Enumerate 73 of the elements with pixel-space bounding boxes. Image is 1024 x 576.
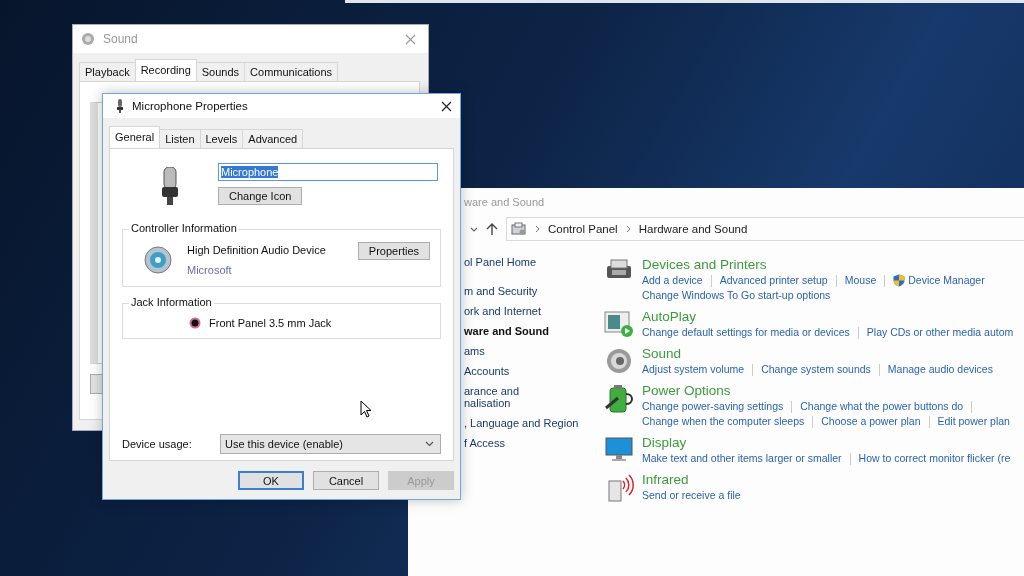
task-link[interactable]: How to correct monitor flicker (re [858,451,1011,466]
media-panel-icon[interactable] [604,310,634,338]
task-link[interactable]: Device Manager [908,273,985,288]
task-link[interactable]: Change Windows To Go start-up options [642,288,831,303]
task-link[interactable]: Change what the power buttons do [800,399,964,414]
task-link[interactable]: Change system sounds [761,362,871,377]
monitor-icon[interactable] [604,436,634,462]
tab[interactable]: Advanced [242,129,304,148]
properties-button[interactable]: Properties [357,242,430,260]
sidebar-link[interactable]: arance and nalisation [464,385,604,409]
close-icon[interactable] [441,100,452,112]
change-icon-button[interactable]: Change Icon [218,187,303,205]
category-heading[interactable]: Display [642,434,1011,451]
audio-device-icon [143,245,173,275]
chevron-icon [625,225,631,233]
speaker-icon [81,32,95,46]
category-heading[interactable]: Sound [642,345,993,362]
task-link[interactable]: Choose a power plan [821,414,921,429]
dialog-button[interactable]: OK [238,471,304,490]
chevron-icon [535,225,540,233]
name-input[interactable]: Microphone [218,163,438,181]
task-link[interactable]: Mouse [844,273,877,288]
task-link[interactable]: Change default settings for media or devices [642,325,850,340]
task-link[interactable]: Change when the computer sleeps [642,414,805,429]
task-link[interactable]: Edit power plan [937,414,1010,429]
device-usage-dropdown[interactable]: Use this device (enable) [220,434,441,454]
sidebar-link[interactable]: Accounts [464,365,604,377]
caret-icon [425,441,434,447]
task-link[interactable]: Advanced printer setup [719,273,828,288]
task-link[interactable]: Play CDs or other media autom [866,325,1014,340]
group-heading: Jack Information [129,296,214,308]
battery-plug-icon[interactable] [604,384,634,414]
window-title: Sound [103,32,139,46]
dialog-button[interactable]: Cancel [313,471,379,490]
tab[interactable]: General [109,126,161,148]
sidebar-link[interactable]: ams [464,345,604,357]
jack-name: Front Panel 3.5 mm Jack [209,317,332,329]
tab[interactable]: Playback [79,62,136,81]
microphone-icon [115,99,125,113]
task-link[interactable]: Manage audio devices [887,362,993,377]
vendor-link[interactable]: Microsoft [187,264,344,276]
selected-text: Microphone [221,166,279,178]
window-title: Microphone Properties [132,100,249,112]
sidebar-link[interactable]: ware and Sound [464,325,604,337]
jack-icon [189,317,201,329]
breadcrumb-item[interactable]: Control Panel [548,223,618,235]
up-arrow-icon[interactable] [486,222,498,236]
group-heading: Controller Information [129,222,239,234]
sidebar-link[interactable]: , Language and Region [464,417,604,429]
address-bar[interactable]: Control Panel Hardware and Sound [506,217,1024,241]
speaker-icon[interactable] [604,347,634,375]
sidebar-link[interactable]: ork and Internet [464,305,604,317]
tab[interactable]: Communications [244,62,338,81]
sidebar-link[interactable]: f Access [464,437,604,449]
control-panel-icon [511,222,527,236]
category-heading[interactable]: Infrared [642,471,741,488]
field-label: Device usage: [122,438,193,450]
task-link[interactable]: Send or receive a file [642,488,741,503]
caret-icon[interactable] [470,227,478,233]
category-heading[interactable]: Power Options [642,382,1010,399]
device-name: High Definition Audio Device [187,244,327,256]
tab[interactable]: Recording [134,59,197,81]
sidebar-link[interactable]: m and Security [464,285,604,297]
task-link[interactable]: Change power-saving settings [642,399,784,414]
category-heading[interactable]: Devices and Printers [642,256,985,273]
window-title: ware and Sound [463,195,546,210]
sidebar-link[interactable]: ol Panel Home [464,256,604,268]
breadcrumb-item[interactable]: Hardware and Sound [638,223,748,235]
category-heading[interactable]: AutoPlay [642,308,1014,325]
task-link[interactable]: Add a device [642,273,703,288]
task-link[interactable]: Adjust system volume [642,362,745,377]
task-link[interactable]: Make text and other items larger or smaller [642,451,842,466]
mouse-pointer-icon [360,400,372,418]
